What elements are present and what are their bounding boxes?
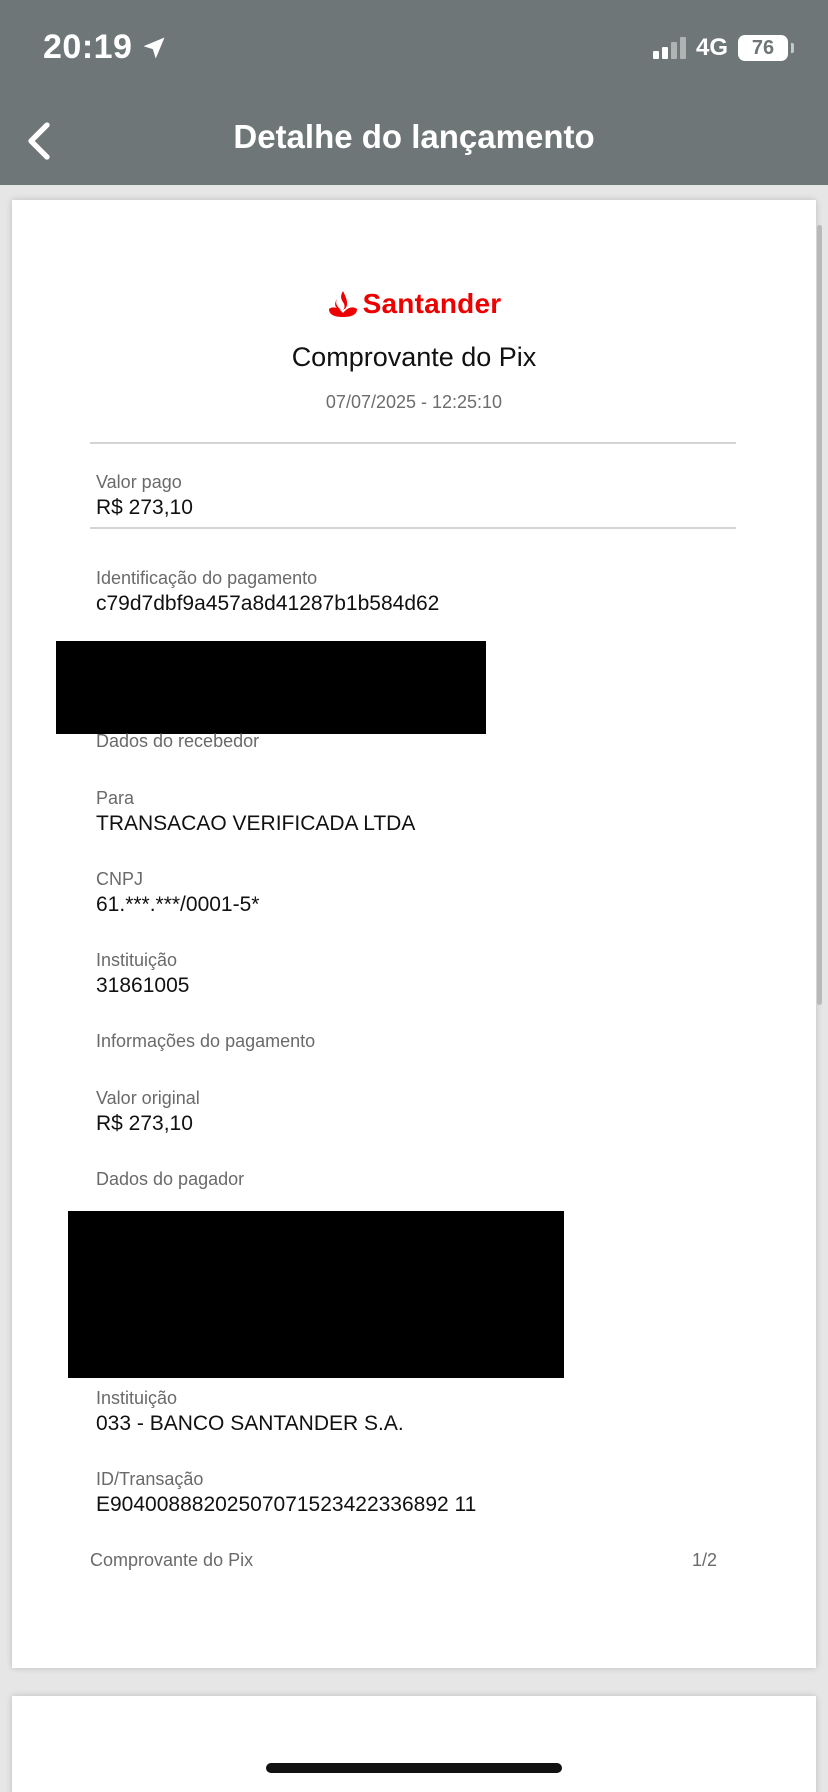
dados-recebedor-heading: Dados do recebedor — [96, 731, 260, 751]
valor-original-value: R$ 273,10 — [96, 1112, 193, 1135]
status-indicators: 4G 76 — [652, 34, 794, 62]
receipt-page-2 — [12, 1696, 816, 1792]
brand-name: Santander — [362, 288, 502, 319]
instituicao-recebedor-value: 31861005 — [96, 974, 190, 997]
para-label: Para — [96, 788, 135, 808]
instituicao-recebedor-field: Instituição 31861005 — [96, 948, 189, 1000]
id-transacao-value: E90400888202507071523422336892 11 — [96, 1493, 477, 1516]
top-bar: 20:19 4G 76 Detalhe do lançamento — [0, 0, 828, 185]
valor-pago-value: R$ 273,10 — [96, 496, 193, 519]
informacoes-pagamento-heading: Informações do pagamento — [96, 1031, 316, 1051]
page-title: Detalhe do lançamento — [233, 118, 595, 155]
cnpj-field: CNPJ 61.***.***/0001-5* — [96, 867, 259, 919]
instituicao-pagador-value: 033 - BANCO SANTANDER S.A. — [96, 1412, 404, 1435]
status-time: 20:19 — [43, 28, 168, 67]
instituicao-pagador-label: Instituição — [96, 1388, 178, 1408]
receipt-page: Santander Comprovante do Pix 07/07/2025 … — [12, 200, 816, 1668]
valor-original-label: Valor original — [96, 1088, 200, 1108]
cellular-signal-icon — [652, 37, 686, 59]
divider — [90, 442, 736, 444]
santander-flame-icon — [328, 291, 357, 317]
network-type: 4G — [695, 34, 728, 61]
battery-icon: 76 — [738, 35, 794, 61]
valor-pago-label: Valor pago — [96, 472, 182, 492]
redacted-block — [56, 641, 486, 734]
status-time-text: 20:19 — [43, 28, 133, 66]
scrollbar[interactable] — [817, 225, 822, 1005]
location-arrow-icon — [143, 37, 165, 58]
screen: 20:19 4G 76 Detalhe do lançamento Santan… — [0, 0, 828, 1792]
cnpj-label: CNPJ — [96, 869, 144, 889]
santander-logo: Santander — [12, 288, 816, 320]
para-field: Para TRANSACAO VERIFICADA LTDA — [96, 786, 415, 838]
para-value: TRANSACAO VERIFICADA LTDA — [96, 812, 416, 835]
identificacao-field: Identificação do pagamento c79d7dbf9a457… — [96, 566, 439, 618]
receipt-title: Comprovante do Pix — [291, 342, 537, 372]
receipt-datetime: 07/07/2025 - 12:25:10 — [325, 392, 503, 412]
battery-level: 76 — [751, 36, 775, 59]
instituicao-pagador-field: Instituição 033 - BANCO SANTANDER S.A. — [96, 1386, 404, 1438]
page-indicator: 1/2 — [692, 1550, 718, 1570]
identificacao-label: Identificação do pagamento — [96, 568, 318, 588]
valor-pago-field: Valor pago R$ 273,10 — [96, 470, 193, 522]
instituicao-recebedor-label: Instituição — [96, 950, 178, 970]
valor-original-field: Valor original R$ 273,10 — [96, 1086, 200, 1138]
dados-pagador-heading: Dados do pagador — [96, 1169, 245, 1189]
id-transacao-field: ID/Transação E90400888202507071523422336… — [96, 1467, 476, 1519]
id-transacao-label: ID/Transação — [96, 1469, 204, 1489]
home-indicator[interactable] — [266, 1763, 562, 1773]
identificacao-value: c79d7dbf9a457a8d41287b1b584d62 — [96, 592, 440, 615]
divider — [90, 527, 736, 529]
page-footer-title: Comprovante do Pix — [90, 1550, 254, 1570]
cnpj-value: 61.***.***/0001-5* — [96, 893, 260, 916]
redacted-block — [68, 1211, 564, 1378]
